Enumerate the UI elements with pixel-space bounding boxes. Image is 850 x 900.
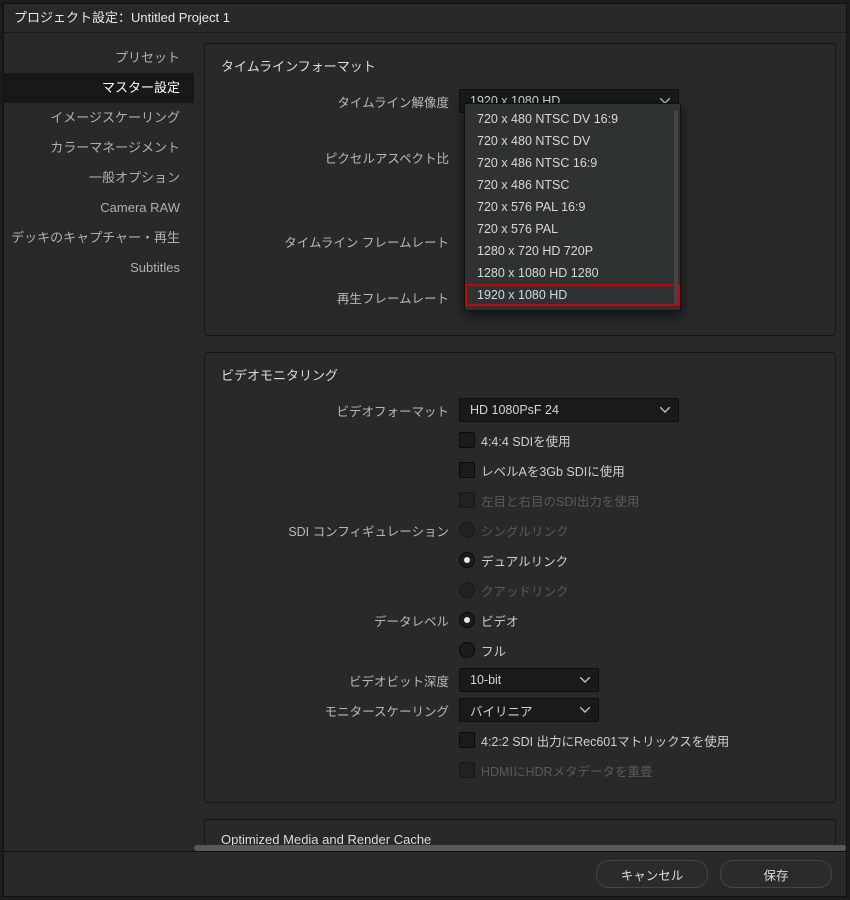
dropdown-item[interactable]: 1280 x 1080 HD 1280 [465,262,680,284]
label-hdmi-hdr: HDMIにHDRメタデータを重畳 [481,761,653,780]
radio-sdi-quad [459,582,475,598]
sidebar-item-subtitles[interactable]: Subtitles [4,253,194,283]
sidebar-item-deck-capture-playback[interactable]: デッキのキャプチャー・再生 [4,223,194,253]
select-monitor-scaling-value: バイリニア [470,701,533,720]
save-button[interactable]: 保存 [720,860,832,888]
label-sdi-configuration: SDI コンフィギュレーション [219,521,459,540]
chevron-down-icon [580,707,590,713]
section-title-monitoring: ビデオモニタリング [221,365,821,384]
select-video-format[interactable]: HD 1080PsF 24 [459,398,679,422]
sidebar-item-presets[interactable]: プリセット [4,43,194,73]
dropdown-item[interactable]: 720 x 576 PAL 16:9 [465,196,680,218]
dropdown-item[interactable]: 1280 x 720 HD 720P [465,240,680,262]
section-video-monitoring: ビデオモニタリング ビデオフォーマット HD 1080PsF 24 [204,352,836,803]
checkbox-level-a-3gb[interactable] [459,462,475,478]
radio-sdi-single [459,522,475,538]
label-video-format: ビデオフォーマット [219,401,459,420]
select-monitor-scaling[interactable]: バイリニア [459,698,599,722]
label-lr-sdi-output: 左目と右目のSDI出力を使用 [481,491,639,510]
label-data-full: フル [481,641,506,660]
label-playback-framerate: 再生フレームレート [219,288,459,307]
sidebar-item-color-management[interactable]: カラーマネージメント [4,133,194,163]
dialog-footer: キャンセル 保存 [4,851,846,896]
dropdown-item[interactable]: 720 x 486 NTSC 16:9 [465,152,680,174]
label-444-sdi: 4:4:4 SDIを使用 [481,431,571,450]
radio-sdi-dual[interactable] [459,552,475,568]
settings-sidebar: プリセット マスター設定 イメージスケーリング カラーマネージメント 一般オプシ… [4,33,194,851]
label-monitor-scaling: モニタースケーリング [219,701,459,720]
dropdown-item[interactable]: 720 x 480 NTSC DV [465,130,680,152]
radio-data-full[interactable] [459,642,475,658]
dropdown-scrollbar[interactable] [674,110,678,304]
dropdown-resolution-list[interactable]: 720 x 480 NTSC DV 16:9 720 x 480 NTSC DV… [464,103,681,311]
label-timeline-resolution: タイムライン解像度 [219,92,459,111]
dropdown-item[interactable]: 720 x 486 NTSC [465,174,680,196]
label-data-video: ビデオ [481,611,519,630]
label-pixel-aspect: ピクセルアスペクト比 [219,148,459,167]
dropdown-item[interactable]: 720 x 480 NTSC DV 16:9 [465,108,680,130]
radio-data-video[interactable] [459,612,475,628]
label-level-a-3gb: レベルAを3Gb SDIに使用 [481,461,625,480]
chevron-down-icon [580,677,590,683]
select-bit-depth-value: 10-bit [470,673,501,687]
horizontal-scrollbar[interactable] [194,845,846,851]
checkbox-hdmi-hdr [459,762,475,778]
label-sdi-single: シングルリンク [481,521,569,540]
checkbox-422-rec601[interactable] [459,732,475,748]
label-timeline-framerate: タイムライン フレームレート [219,232,459,251]
cancel-button[interactable]: キャンセル [596,860,708,888]
project-settings-window: プロジェクト設定：Untitled Project 1 プリセット マスター設定… [3,3,847,897]
label-sdi-quad: クアッドリンク [481,581,569,600]
label-data-level: データレベル [219,611,459,630]
select-video-format-value: HD 1080PsF 24 [470,403,559,417]
select-bit-depth[interactable]: 10-bit [459,668,599,692]
window-title: プロジェクト設定：Untitled Project 1 [4,4,846,33]
label-bit-depth: ビデオビット深度 [219,671,459,690]
section-title-timeline: タイムラインフォーマット [221,56,821,75]
sidebar-item-master-settings[interactable]: マスター設定 [4,73,194,103]
sidebar-item-general-options[interactable]: 一般オプション [4,163,194,193]
dialog-body: プリセット マスター設定 イメージスケーリング カラーマネージメント 一般オプシ… [4,33,846,851]
label-sdi-dual: デュアルリンク [481,551,568,570]
dropdown-item[interactable]: 720 x 576 PAL [465,218,680,240]
checkbox-444-sdi[interactable] [459,432,475,448]
label-422-rec601: 4:2:2 SDI 出力にRec601マトリックスを使用 [481,731,729,750]
dropdown-item-selected[interactable]: 1920 x 1080 HD [465,284,680,306]
sidebar-item-image-scaling[interactable]: イメージスケーリング [4,103,194,133]
checkbox-lr-sdi-output [459,492,475,508]
chevron-down-icon [660,407,670,413]
sidebar-item-camera-raw[interactable]: Camera RAW [4,193,194,223]
